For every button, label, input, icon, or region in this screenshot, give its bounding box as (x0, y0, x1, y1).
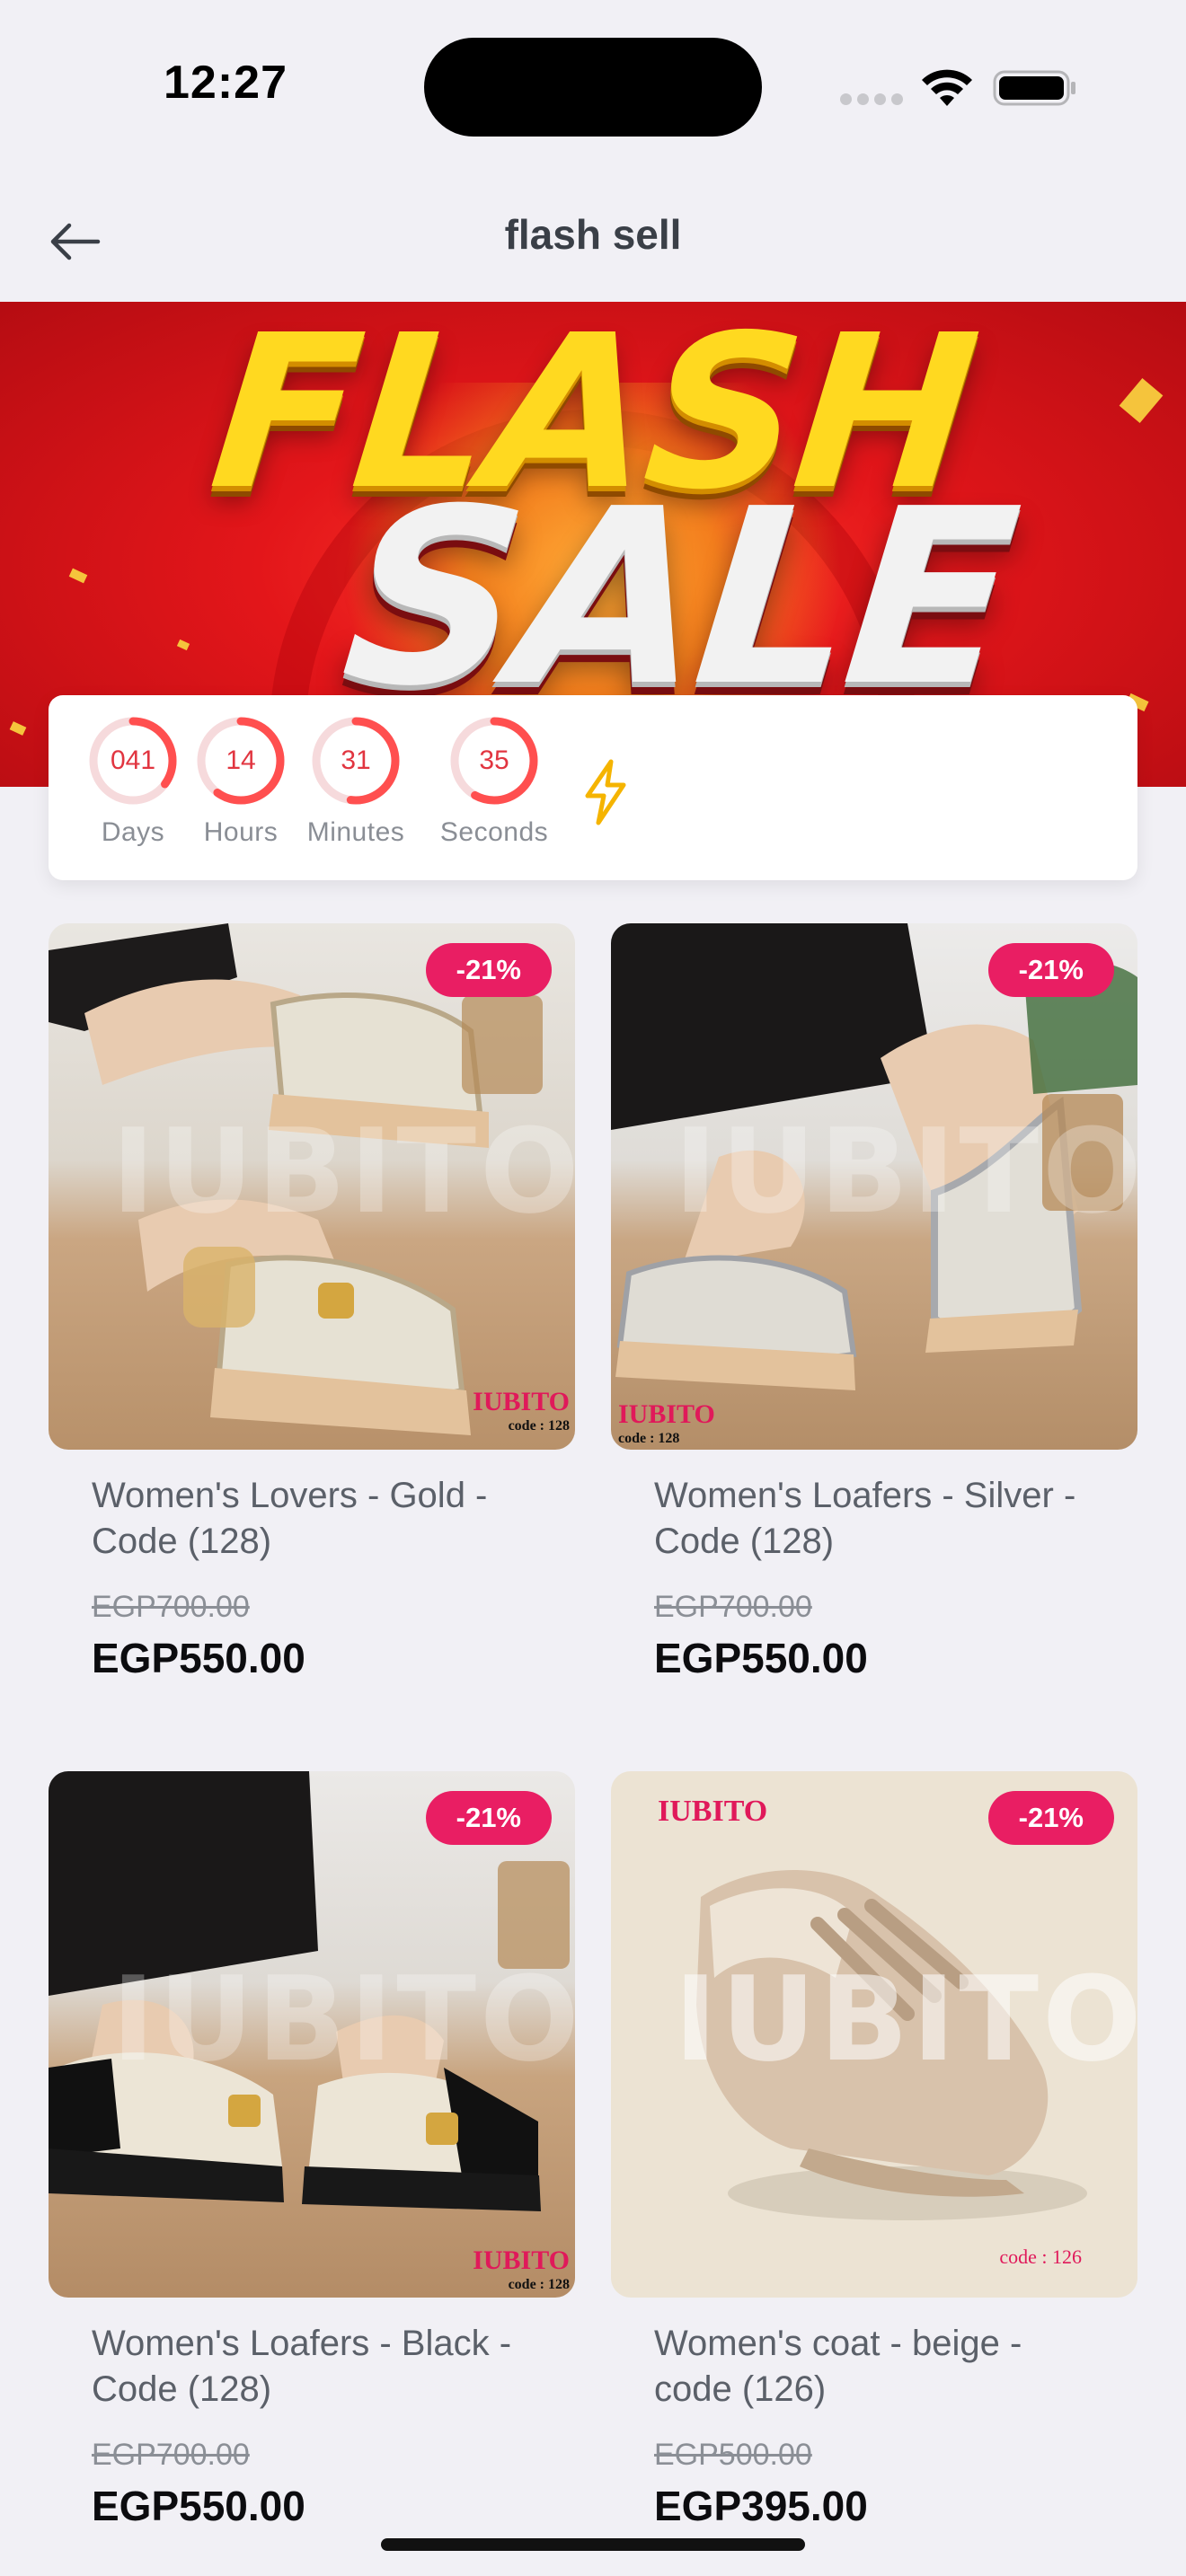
countdown-minutes-value: 31 (341, 745, 371, 775)
product-name[interactable]: Women's coat - beige - code (126) (611, 2321, 1137, 2413)
discount-badge: -21% (425, 943, 552, 997)
watermark: IUBITO (674, 1103, 1137, 1239)
product-old-price: EGP700.00 (654, 1590, 812, 1624)
watermark: IUBITO (674, 1951, 1137, 2087)
product-image[interactable]: IUBITO IUBITO code : 128 -21% (49, 923, 575, 1450)
product-old-price: EGP500.00 (654, 2438, 812, 2472)
product-old-price: EGP700.00 (92, 2438, 250, 2472)
product-name[interactable]: Women's Lovers - Gold - Code (128) (49, 1473, 575, 1565)
countdown-days: 041 Days (81, 715, 185, 848)
countdown-seconds: 35 Seconds (431, 715, 557, 848)
brand-logo: IUBITO code : 128 (618, 1399, 715, 1446)
discount-badge: -21% (987, 943, 1114, 997)
status-time: 12:27 (164, 57, 288, 109)
countdown-hours-label: Hours (203, 817, 279, 847)
product-old-price: EGP700.00 (92, 1590, 250, 1624)
brand-logo: IUBITO code : 128 (473, 2245, 570, 2292)
product-name[interactable]: Women's Loafers - Black - Code (128) (49, 2321, 575, 2413)
page-title: flash sell (504, 211, 682, 258)
product-card[interactable]: IUBITO IUBITO code : 126 -21% Women's co… (611, 1771, 1137, 2530)
product-name[interactable]: Women's Loafers - Silver - Code (128) (611, 1473, 1137, 1565)
discount-badge: -21% (425, 1791, 552, 1845)
cellular-signal-icon (840, 93, 903, 105)
product-price: EGP550.00 (92, 2483, 305, 2529)
countdown-hours-value: 14 (226, 745, 256, 775)
countdown-seconds-value: 35 (479, 745, 509, 775)
watermark: IUBITO (111, 1951, 575, 2087)
product-card[interactable]: IUBITO IUBITO code : 128 -21% Women's Lov… (49, 923, 575, 1682)
product-image[interactable]: IUBITO IUBITO code : 128 -21% (611, 923, 1137, 1450)
product-code-label: code : 126 (999, 2245, 1082, 2268)
countdown-timer: 041 Days 14 Hours 31 Minutes 35 Seconds (49, 695, 1137, 880)
countdown-days-label: Days (101, 817, 165, 847)
countdown-hours: 14 Hours (189, 715, 293, 848)
countdown-days-value: 041 (110, 745, 156, 775)
product-image[interactable]: IUBITO IUBITO code : 128 -21% (49, 1771, 575, 2298)
discount-badge: -21% (987, 1791, 1114, 1845)
battery-icon (993, 70, 1075, 106)
product-price: EGP395.00 (654, 2483, 868, 2529)
status-bar: 12:27 (0, 0, 1186, 171)
product-card[interactable]: IUBITO IUBITO code : 128 -21% Women's Loa… (611, 923, 1137, 1682)
product-card[interactable]: IUBITO IUBITO code : 128 -21% Women's Loa… (49, 1771, 575, 2530)
countdown-minutes-label: Minutes (306, 817, 405, 847)
product-price: EGP550.00 (654, 1635, 868, 1681)
watermark: IUBITO (111, 1103, 575, 1239)
countdown-minutes: 31 Minutes (297, 715, 414, 848)
brand-logo: IUBITO code : 128 (473, 1387, 570, 1434)
dynamic-island (424, 38, 762, 137)
product-price: EGP550.00 (92, 1635, 305, 1681)
lightning-bolt-icon (585, 759, 626, 825)
brand-logo: IUBITO (658, 1795, 768, 1828)
navigation-bar: flash sell (0, 171, 1186, 302)
wifi-icon (922, 69, 972, 106)
home-indicator[interactable] (381, 2538, 805, 2551)
product-image[interactable]: IUBITO IUBITO code : 126 -21% (611, 1771, 1137, 2298)
countdown-seconds-label: Seconds (439, 817, 549, 847)
